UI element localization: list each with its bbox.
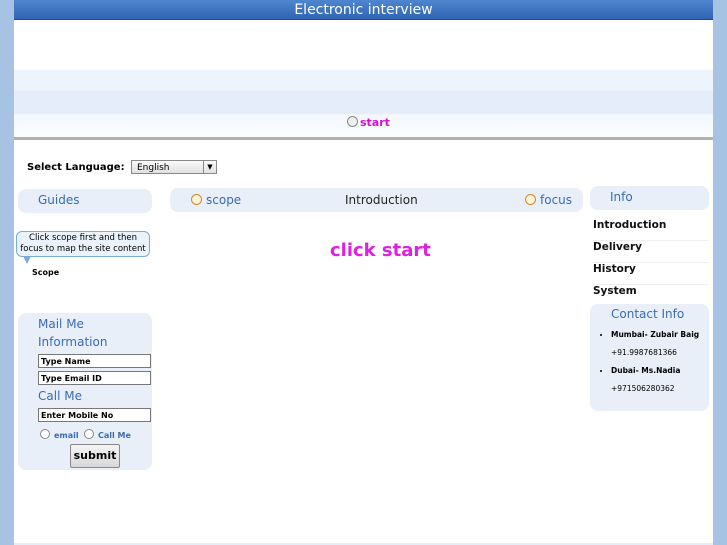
contact-name: Mumbai- Zubair Baig <box>611 330 700 339</box>
chevron-down-icon[interactable]: ▼ <box>203 161 216 173</box>
submit-button[interactable]: submit <box>70 444 120 468</box>
info-item-history[interactable]: History <box>593 263 708 285</box>
info-panel: Info <box>590 186 709 210</box>
page: Electronic interview start Select Langua… <box>14 0 713 545</box>
nav-focus[interactable]: focus <box>525 193 572 207</box>
radio-call[interactable]: Call Me <box>84 429 131 440</box>
mail-title: Mail Me <box>38 317 84 331</box>
contact-entry: Dubai- Ms.Nadia +971506280362 <box>611 366 699 393</box>
guides-panel: Guides <box>18 189 152 213</box>
guides-tooltip: Click scope first and then focus to map … <box>16 231 150 264</box>
contact-title: Contact Info <box>611 307 685 321</box>
radio-email-label: email <box>54 431 79 440</box>
information-title: Information <box>38 335 108 349</box>
nav-scope[interactable]: scope <box>191 193 241 207</box>
name-input[interactable]: Type Name <box>38 354 151 368</box>
language-selected: English <box>137 163 170 173</box>
chevron-down-icon <box>191 194 202 205</box>
guides-title: Guides <box>38 193 80 207</box>
main-prompt: click start <box>330 240 431 261</box>
email-input[interactable]: Type Email ID <box>38 371 151 385</box>
contact-form-panel: Mail Me Information Type Name Type Email… <box>18 313 152 470</box>
scope-label: Scope <box>32 268 60 277</box>
nav-scope-label: scope <box>206 193 242 207</box>
nav-center-title: Introduction <box>345 193 418 207</box>
contact-name: Dubai- Ms.Nadia <box>611 366 681 375</box>
start-link[interactable]: start <box>347 116 390 129</box>
info-item-system[interactable]: System <box>593 285 708 306</box>
nav-focus-label: focus <box>540 193 573 207</box>
radio-email[interactable]: email <box>40 429 79 440</box>
chevron-down-icon <box>525 194 536 205</box>
info-item-delivery[interactable]: Delivery <box>593 241 708 263</box>
banner-divider <box>14 137 713 140</box>
radio-circle-icon[interactable] <box>40 429 50 439</box>
header-bar: Electronic interview <box>14 0 713 20</box>
call-title: Call Me <box>38 389 82 403</box>
contact-list: Mumbai- Zubair Baig +91.9987681366 Dubai-… <box>590 330 699 402</box>
contact-phone: +971506280362 <box>611 384 675 393</box>
mobile-input[interactable]: Enter Mobile No <box>38 408 151 422</box>
radio-circle-icon[interactable] <box>84 429 94 439</box>
info-item-introduction[interactable]: Introduction <box>593 219 708 241</box>
contact-panel: Contact Info Mumbai- Zubair Baig +91.9987… <box>590 304 709 411</box>
start-icon <box>347 116 358 127</box>
language-label: Select Language: <box>27 162 125 173</box>
radio-call-label: Call Me <box>98 431 131 440</box>
nav-bar: scope Introduction focus <box>170 188 583 212</box>
site-title: Electronic interview <box>294 2 433 18</box>
info-title: Info <box>610 190 633 204</box>
contact-entry: Mumbai- Zubair Baig +91.9987681366 <box>611 330 699 357</box>
contact-phone: +91.9987681366 <box>611 348 677 357</box>
start-label: start <box>360 116 390 129</box>
language-select[interactable]: English ▼ <box>131 160 217 174</box>
